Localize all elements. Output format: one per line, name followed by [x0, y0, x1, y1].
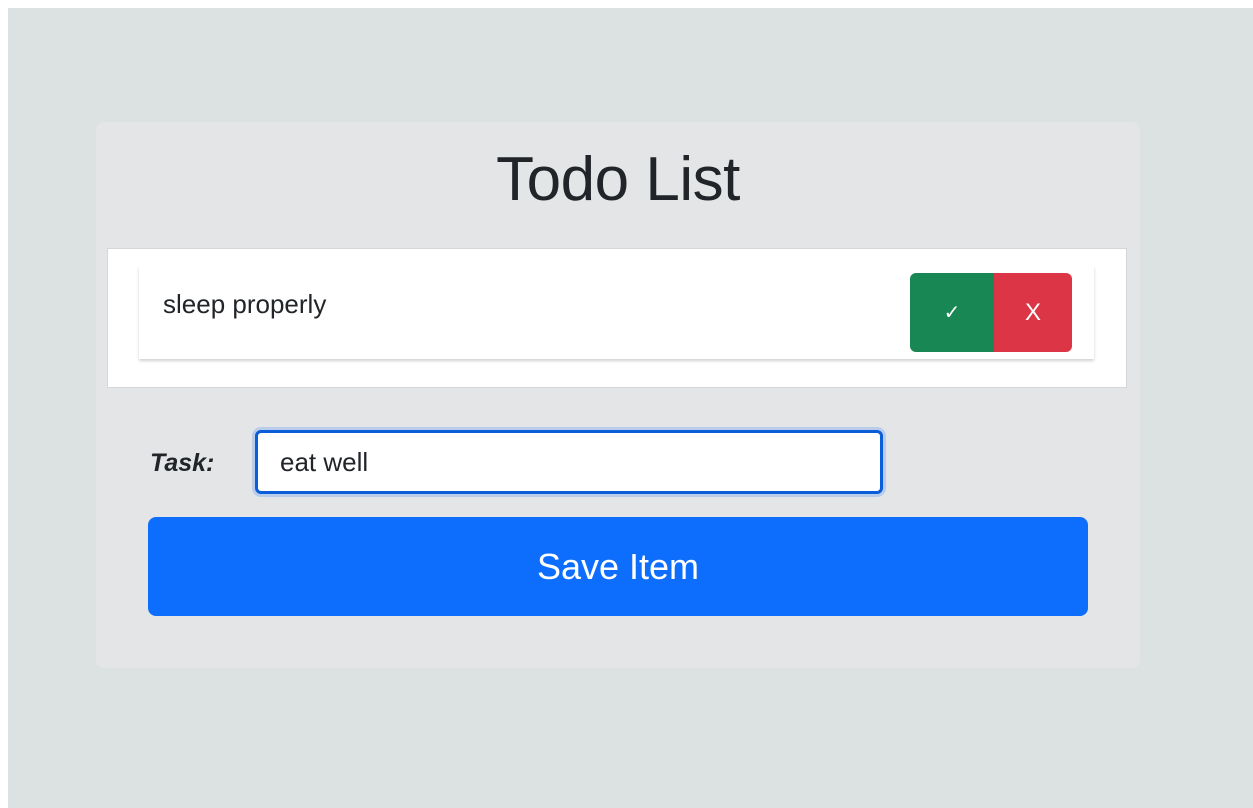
delete-button-label: X [1024, 298, 1041, 326]
delete-button[interactable]: X [994, 273, 1072, 352]
task-input[interactable] [255, 430, 883, 494]
save-item-button[interactable]: Save Item [148, 517, 1088, 616]
mark-done-button[interactable]: ✓ [910, 273, 994, 352]
page-title: Todo List [496, 145, 740, 214]
checkmark-icon: ✓ [943, 302, 961, 324]
page-title-container: Todo List [96, 140, 1140, 220]
task-label: Task: [150, 449, 215, 477]
todo-item-text: sleep properly [163, 289, 327, 319]
save-item-button-label: Save Item [536, 545, 700, 587]
